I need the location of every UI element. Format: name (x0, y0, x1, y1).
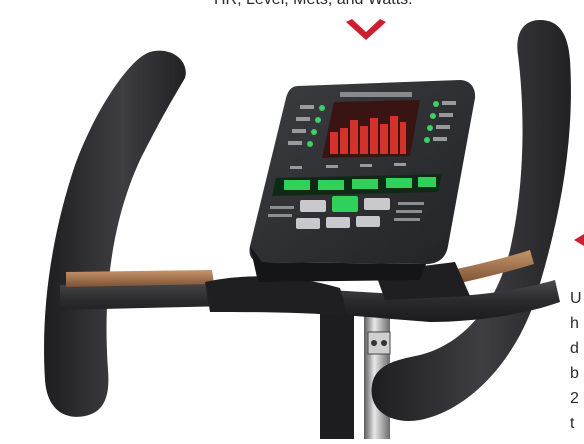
top-pointer-arrow (346, 19, 386, 40)
right-caption-line: U (570, 290, 582, 307)
side-pointer-arrow (574, 234, 584, 246)
right-caption-line: b (570, 365, 579, 382)
start-button (332, 196, 358, 212)
exercise-bike-photo (0, 0, 584, 439)
top-caption: HR, Level, Mets, and Watts. (214, 0, 514, 9)
right-caption-line: h (570, 315, 579, 332)
center-junction (205, 276, 348, 316)
right-caption-line: 2 (570, 390, 579, 407)
right-caption-line: d (570, 340, 579, 357)
stem-post (320, 300, 354, 439)
right-caption-line: t (570, 415, 575, 432)
left-handlebar-horn (44, 50, 186, 417)
right-caption: U h d b 2 t (570, 286, 584, 436)
